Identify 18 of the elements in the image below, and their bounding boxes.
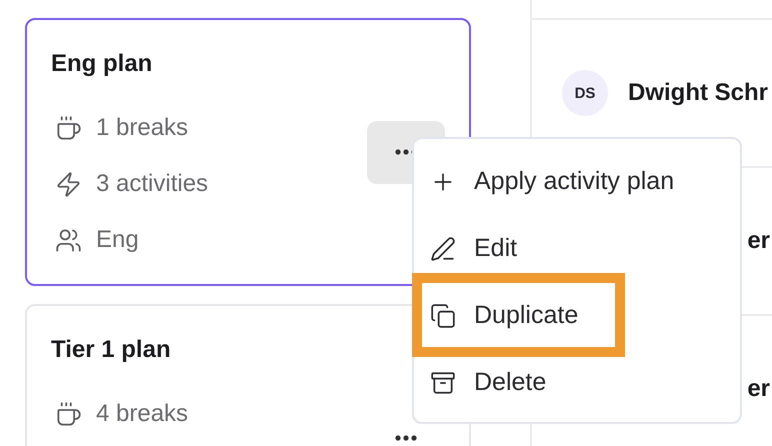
lightning-icon bbox=[55, 170, 82, 198]
person-name: Dwight Schr bbox=[628, 79, 768, 107]
plan-stat: 1 breaks bbox=[96, 114, 188, 142]
coffee-cup-icon bbox=[55, 114, 82, 142]
more-icon bbox=[395, 435, 417, 441]
coffee-cup-icon bbox=[55, 400, 82, 428]
pencil-icon bbox=[430, 236, 456, 262]
plan-stat: Eng bbox=[96, 226, 139, 254]
avatar: DS bbox=[562, 70, 608, 116]
plan-stat: 3 activities bbox=[96, 170, 208, 198]
plan-title: Tier 1 plan bbox=[51, 336, 172, 364]
duplicate-icon bbox=[430, 302, 456, 328]
archive-icon bbox=[430, 370, 456, 396]
person-name: er bbox=[747, 227, 770, 255]
person-name: er bbox=[747, 375, 770, 403]
plan-stat: 4 breaks bbox=[96, 400, 188, 428]
plan-title: Eng plan bbox=[51, 50, 154, 78]
people-icon bbox=[55, 226, 82, 254]
